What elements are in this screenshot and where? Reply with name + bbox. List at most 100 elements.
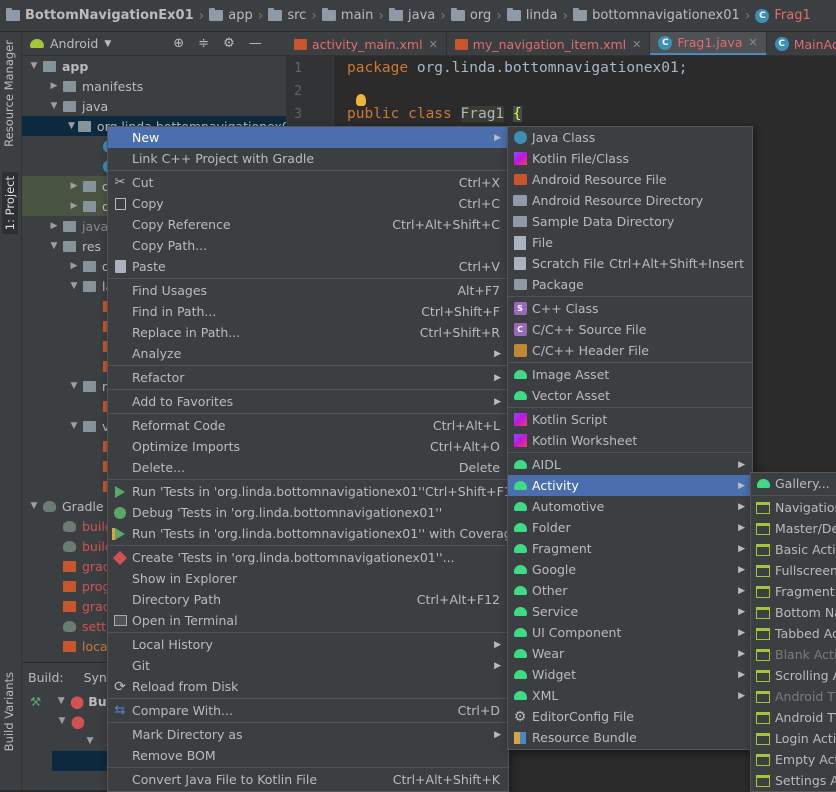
breadcrumb-item-java[interactable]: java [389, 8, 435, 23]
breadcrumb-item-org[interactable]: org [450, 8, 491, 23]
breadcrumb-item-linda[interactable]: linda [506, 8, 558, 23]
menu-item-fragment[interactable]: Fragment ▶ [508, 538, 752, 559]
chevron-right-icon[interactable]: ▶ [68, 261, 80, 271]
menu-item-c-c-header-file[interactable]: C/C++ Header File [508, 340, 752, 361]
breadcrumb-item-src[interactable]: src [268, 8, 306, 23]
menu-item-folder[interactable]: Folder ▶ [508, 517, 752, 538]
menu-item-other[interactable]: Other ▶ [508, 580, 752, 601]
tab-activity-main-xml[interactable]: activity_main.xml ✕ [286, 32, 447, 55]
menu-item-wear[interactable]: Wear ▶ [508, 643, 752, 664]
build-tab[interactable]: Build: [28, 670, 64, 685]
menu-item-vector-asset[interactable]: Vector Asset [508, 385, 752, 406]
chevron-down-icon[interactable]: ▼ [48, 241, 60, 251]
menu-item-analyze[interactable]: Analyze ▶ [108, 343, 508, 364]
breadcrumb-item-main[interactable]: main [321, 8, 373, 23]
menu-item-remove-bom[interactable]: Remove BOM [108, 745, 508, 766]
menu-item-resource-bundle[interactable]: Resource Bundle [508, 727, 752, 748]
chevron-right-icon[interactable]: ▶ [68, 201, 80, 211]
menu-item-local-history[interactable]: Local History ▶ [108, 634, 508, 655]
menu-item-navigation[interactable]: Navigation [751, 497, 836, 518]
chevron-down-icon[interactable]: ▼ [68, 281, 80, 291]
menu-item-c-class[interactable]: S C++ Class [508, 298, 752, 319]
hide-icon[interactable]: — [249, 36, 262, 51]
menu-item-activity[interactable]: Activity ▶ [508, 475, 752, 496]
menu-item-show-in-explorer[interactable]: Show in Explorer [108, 568, 508, 589]
chevron-down-icon[interactable]: ▼ [68, 381, 80, 391]
menu-item-service[interactable]: Service ▶ [508, 601, 752, 622]
menu-item-git[interactable]: Git ▶ [108, 655, 508, 676]
project-tab[interactable]: 1: Project [2, 172, 18, 235]
code-line-3[interactable]: public class Frag1 { [347, 106, 522, 122]
breadcrumb-item-bottomnavigationex01[interactable]: bottomnavigationex01 [573, 8, 740, 23]
menu-item-find-usages[interactable]: Find Usages Alt+F7 [108, 280, 508, 301]
menu-item-new[interactable]: New ▶ [108, 127, 508, 148]
chevron-right-icon[interactable]: ▶ [48, 221, 60, 231]
tree-item[interactable]: ▶ manifests [22, 76, 286, 96]
chevron-down-icon[interactable]: ▼ [55, 696, 67, 706]
menu-item-scrolling-ac[interactable]: Scrolling Ac [751, 665, 836, 686]
menu-item-copy-reference[interactable]: Copy Reference Ctrl+Alt+Shift+C [108, 214, 508, 235]
view-selector[interactable]: Android [50, 36, 98, 51]
menu-item-settings-ac[interactable]: Settings Ac [751, 770, 836, 791]
chevron-down-icon[interactable]: ▼ [104, 39, 111, 49]
close-icon[interactable]: ✕ [632, 38, 641, 51]
tab-mainactivity-java[interactable]: C MainActivity.java [767, 32, 836, 55]
breadcrumb-item-bottomnavigationex01[interactable]: BottomNavigationEx01 [6, 8, 194, 23]
menu-item-xml[interactable]: XML ▶ [508, 685, 752, 706]
tree-item[interactable]: ▼ app [22, 56, 286, 76]
close-icon[interactable]: ✕ [748, 36, 757, 49]
gear-icon[interactable]: ⚙ [223, 36, 235, 51]
menu-item-refactor[interactable]: Refactor ▶ [108, 367, 508, 388]
lightbulb-icon[interactable] [356, 94, 366, 106]
menu-item-editorconfig-file[interactable]: ⚙ EditorConfig File [508, 706, 752, 727]
menu-item-link-c-project-with-gradle[interactable]: Link C++ Project with Gradle [108, 148, 508, 169]
menu-item-image-asset[interactable]: Image Asset [508, 364, 752, 385]
menu-item-android-tv[interactable]: Android TV [751, 707, 836, 728]
menu-item-blank-activi[interactable]: Blank Activi [751, 644, 836, 665]
menu-item-basic-activi[interactable]: Basic Activi [751, 539, 836, 560]
menu-item-paste[interactable]: Paste Ctrl+V [108, 256, 508, 277]
menu-item-find-in-path[interactable]: Find in Path... Ctrl+Shift+F [108, 301, 508, 322]
menu-item-empty-activ[interactable]: Empty Activ [751, 749, 836, 770]
menu-item-kotlin-script[interactable]: Kotlin Script [508, 409, 752, 430]
menu-item-c-c-source-file[interactable]: C C/C++ Source File [508, 319, 752, 340]
chevron-down-icon[interactable]: ▼ [28, 61, 40, 71]
menu-item-kotlin-worksheet[interactable]: Kotlin Worksheet [508, 430, 752, 451]
breadcrumb-item-app[interactable]: app [209, 8, 253, 23]
menu-item-copy-path[interactable]: Copy Path... [108, 235, 508, 256]
chevron-down-icon[interactable]: ▼ [84, 736, 96, 746]
menu-item-replace-in-path[interactable]: Replace in Path... Ctrl+Shift+R [108, 322, 508, 343]
chevron-down-icon[interactable]: ▼ [28, 501, 40, 511]
menu-item-file[interactable]: File [508, 232, 752, 253]
menu-item-bottom-nav[interactable]: Bottom Nav [751, 602, 836, 623]
menu-item-add-to-favorites[interactable]: Add to Favorites ▶ [108, 391, 508, 412]
menu-item-ui-component[interactable]: UI Component ▶ [508, 622, 752, 643]
menu-item-android-thi[interactable]: Android Thi [751, 686, 836, 707]
menu-item-debug-tests-in-org-linda-bottomnavigationex01[interactable]: Debug 'Tests in 'org.linda.bottomnavigat… [108, 502, 508, 523]
menu-item-automotive[interactable]: Automotive ▶ [508, 496, 752, 517]
menu-item-aidl[interactable]: AIDL ▶ [508, 454, 752, 475]
menu-item-java-class[interactable]: Java Class [508, 127, 752, 148]
collapse-icon[interactable]: ≑ [198, 36, 209, 51]
menu-item-tabbed-act[interactable]: Tabbed Act [751, 623, 836, 644]
menu-item-google[interactable]: Google ▶ [508, 559, 752, 580]
locate-icon[interactable]: ⊕ [173, 36, 184, 51]
hammer-icon[interactable]: ⚒ [30, 694, 41, 709]
menu-item-copy[interactable]: Copy Ctrl+C [108, 193, 508, 214]
menu-item-cut[interactable]: ✂ Cut Ctrl+X [108, 172, 508, 193]
chevron-down-icon[interactable]: ▼ [48, 101, 60, 111]
build-variants-tab[interactable]: Build Variants [2, 672, 16, 751]
menu-item-directory-path[interactable]: Directory Path Ctrl+Alt+F12 [108, 589, 508, 610]
menu-item-kotlin-file-class[interactable]: Kotlin File/Class [508, 148, 752, 169]
menu-item-scratch-file[interactable]: Scratch File Ctrl+Alt+Shift+Insert [508, 253, 752, 274]
close-icon[interactable]: ✕ [429, 38, 438, 51]
code-line-1[interactable]: package org.linda.bottomnavigationex01; [347, 60, 687, 76]
menu-item-reformat-code[interactable]: Reformat Code Ctrl+Alt+L [108, 415, 508, 436]
menu-item-optimize-imports[interactable]: Optimize Imports Ctrl+Alt+O [108, 436, 508, 457]
menu-item-delete[interactable]: Delete... Delete [108, 457, 508, 478]
tab-frag1-java[interactable]: C Frag1.java ✕ [650, 32, 767, 55]
menu-item-widget[interactable]: Widget ▶ [508, 664, 752, 685]
menu-item-master-deta[interactable]: Master/Deta [751, 518, 836, 539]
menu-item-android-resource-directory[interactable]: Android Resource Directory [508, 190, 752, 211]
menu-item-convert-java-file-to-kotlin-file[interactable]: Convert Java File to Kotlin File Ctrl+Alt… [108, 769, 508, 790]
